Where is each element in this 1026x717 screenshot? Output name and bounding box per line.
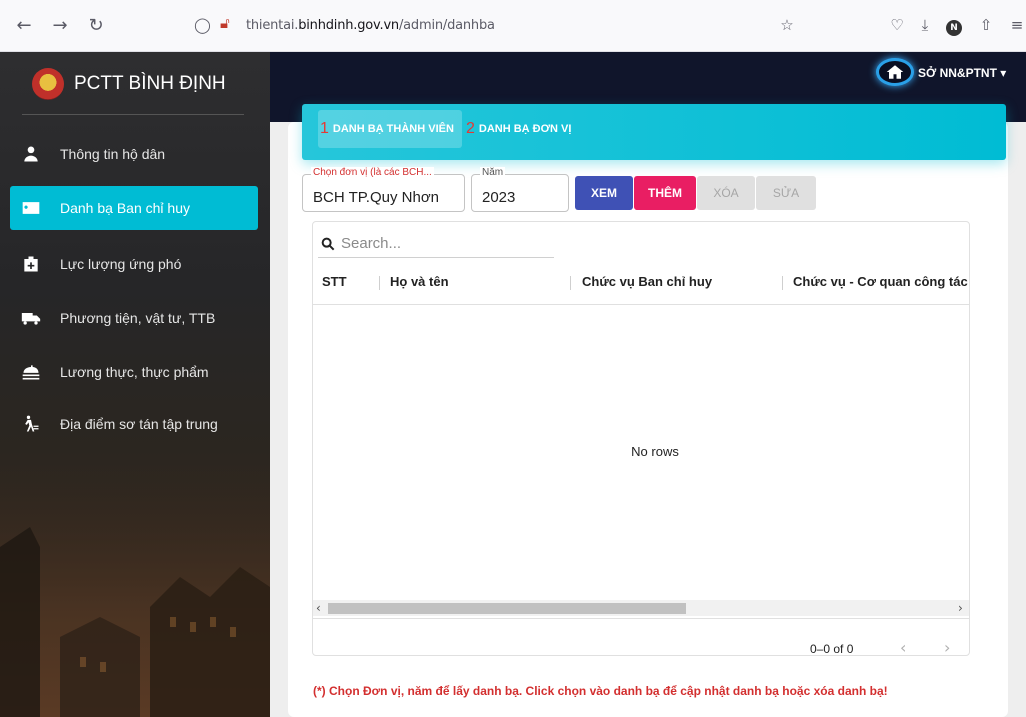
shield-icon[interactable]: ◯ <box>194 16 211 34</box>
pocket-icon[interactable]: ♡ <box>886 14 908 36</box>
scrollbar-thumb[interactable] <box>328 603 686 614</box>
sidebar-item-so-tan[interactable]: Địa điểm sơ tán tập trung <box>10 402 258 446</box>
search-input[interactable] <box>341 235 541 252</box>
bookmark-star-icon[interactable]: ☆ <box>776 14 798 36</box>
edit-button[interactable]: SỬA <box>756 176 816 210</box>
tab-label: DANH BẠ ĐƠN VỊ <box>478 123 572 135</box>
home-icon[interactable] <box>876 58 914 86</box>
year-field[interactable]: Năm 2023 <box>471 167 569 212</box>
url-bar[interactable]: ◯ 🔓︎ thientai.binhdinh.gov.vn/admin/danh… <box>190 10 820 42</box>
year-field-label: Năm <box>480 167 506 178</box>
food-icon <box>20 361 42 383</box>
year-field-value: 2023 <box>482 189 516 206</box>
view-button[interactable]: XEM <box>575 176 633 210</box>
sidebar-item-phuong-tien[interactable]: Phương tiện, vật tư, TTB <box>10 296 258 340</box>
grid-search[interactable] <box>318 230 554 258</box>
column-separator[interactable] <box>379 276 380 290</box>
scroll-right-icon[interactable]: › <box>958 601 963 615</box>
column-header-agency[interactable]: Chức vụ - Cơ quan công tác <box>793 274 968 289</box>
browser-toolbar: ← → ↻ ◯ 🔓︎ thientai.binhdinh.gov.vn/admi… <box>0 0 1026 52</box>
delete-button[interactable]: XÓA <box>697 176 755 210</box>
sidebar: PCTT BÌNH ĐỊNH Thông tin hộ dân Danh bạ … <box>0 52 270 717</box>
tab-don-vi[interactable]: 2 DANH BẠ ĐƠN VỊ <box>464 110 579 148</box>
empty-state: No rows <box>631 444 679 459</box>
tab-number: 1 <box>320 120 329 137</box>
evacuation-icon <box>20 413 42 435</box>
sidebar-item-label: Lực lượng ứng phó <box>60 256 182 272</box>
menu-icon[interactable]: ≡ <box>1010 14 1024 36</box>
tab-bar: 1 DANH BẠ THÀNH VIÊN 2 DANH BẠ ĐƠN VỊ <box>302 104 1006 160</box>
emblem-logo <box>32 68 64 100</box>
scroll-left-icon[interactable]: ‹ <box>316 601 321 615</box>
brand-divider <box>22 114 244 115</box>
column-separator[interactable] <box>782 276 783 290</box>
truck-icon <box>20 307 42 329</box>
sidebar-item-luong-thuc[interactable]: Lương thực, thực phẩm <box>10 350 258 394</box>
sidebar-item-label: Địa điểm sơ tán tập trung <box>60 416 218 432</box>
sidebar-item-luc-luong[interactable]: Lực lượng ứng phó <box>10 242 258 286</box>
forward-arrow-icon[interactable]: → <box>48 14 72 38</box>
contact-card-icon <box>20 197 42 219</box>
search-icon <box>321 237 335 250</box>
next-page-icon[interactable]: › <box>944 638 950 657</box>
back-arrow-icon[interactable]: ← <box>12 14 36 38</box>
unit-select[interactable]: Chọn đơn vị (là các BCH... BCH TP.Quy Nh… <box>302 167 465 212</box>
column-header-name[interactable]: Họ và tên <box>390 274 449 289</box>
brand[interactable]: PCTT BÌNH ĐỊNH <box>32 64 226 104</box>
user-menu[interactable]: SỞ NN&PTNT ▾ <box>918 66 1006 80</box>
add-button[interactable]: THÊM <box>634 176 696 210</box>
unit-select-label: Chọn đơn vị (là các BCH... <box>311 167 434 178</box>
insecure-lock-icon[interactable]: 🔓︎ <box>220 15 230 32</box>
tab-thanh-vien[interactable]: 1 DANH BẠ THÀNH VIÊN <box>318 110 462 148</box>
footer-divider <box>313 618 969 619</box>
column-header-position[interactable]: Chức vụ Ban chỉ huy <box>582 274 712 289</box>
person-icon <box>20 143 42 165</box>
sidebar-item-label: Danh bạ Ban chỉ huy <box>60 200 190 216</box>
column-separator[interactable] <box>570 276 571 290</box>
prev-page-icon[interactable]: ‹ <box>900 638 906 657</box>
sidebar-item-label: Lương thực, thực phẩm <box>60 364 209 380</box>
sidebar-item-label: Phương tiện, vật tư, TTB <box>60 310 216 326</box>
instruction-note: (*) Chọn Đơn vị, năm để lấy danh bạ. Cli… <box>313 684 888 698</box>
reload-icon[interactable]: ↻ <box>84 14 108 38</box>
sidebar-item-ho-dan[interactable]: Thông tin hộ dân <box>10 132 258 176</box>
tab-number: 2 <box>466 120 475 137</box>
brand-title: PCTT BÌNH ĐỊNH <box>74 73 226 94</box>
pagination-count: 0–0 of 0 <box>810 642 854 656</box>
sidebar-item-ban-chi-huy[interactable]: Danh bạ Ban chỉ huy <box>10 186 258 230</box>
sidebar-background-image <box>0 457 270 717</box>
extension-icon[interactable]: N <box>943 14 965 36</box>
url-text[interactable]: thientai.binhdinh.gov.vn/admin/danhba <box>246 18 495 33</box>
tab-label: DANH BẠ THÀNH VIÊN <box>332 123 454 135</box>
header-divider <box>313 304 969 305</box>
sidebar-item-label: Thông tin hộ dân <box>60 146 166 162</box>
medkit-icon <box>20 253 42 275</box>
download-icon[interactable]: ⤓ <box>914 14 936 36</box>
unit-select-value: BCH TP.Quy Nhơn <box>313 189 439 206</box>
column-header-stt[interactable]: STT <box>322 274 347 289</box>
share-icon[interactable]: ⇧ <box>975 14 997 36</box>
